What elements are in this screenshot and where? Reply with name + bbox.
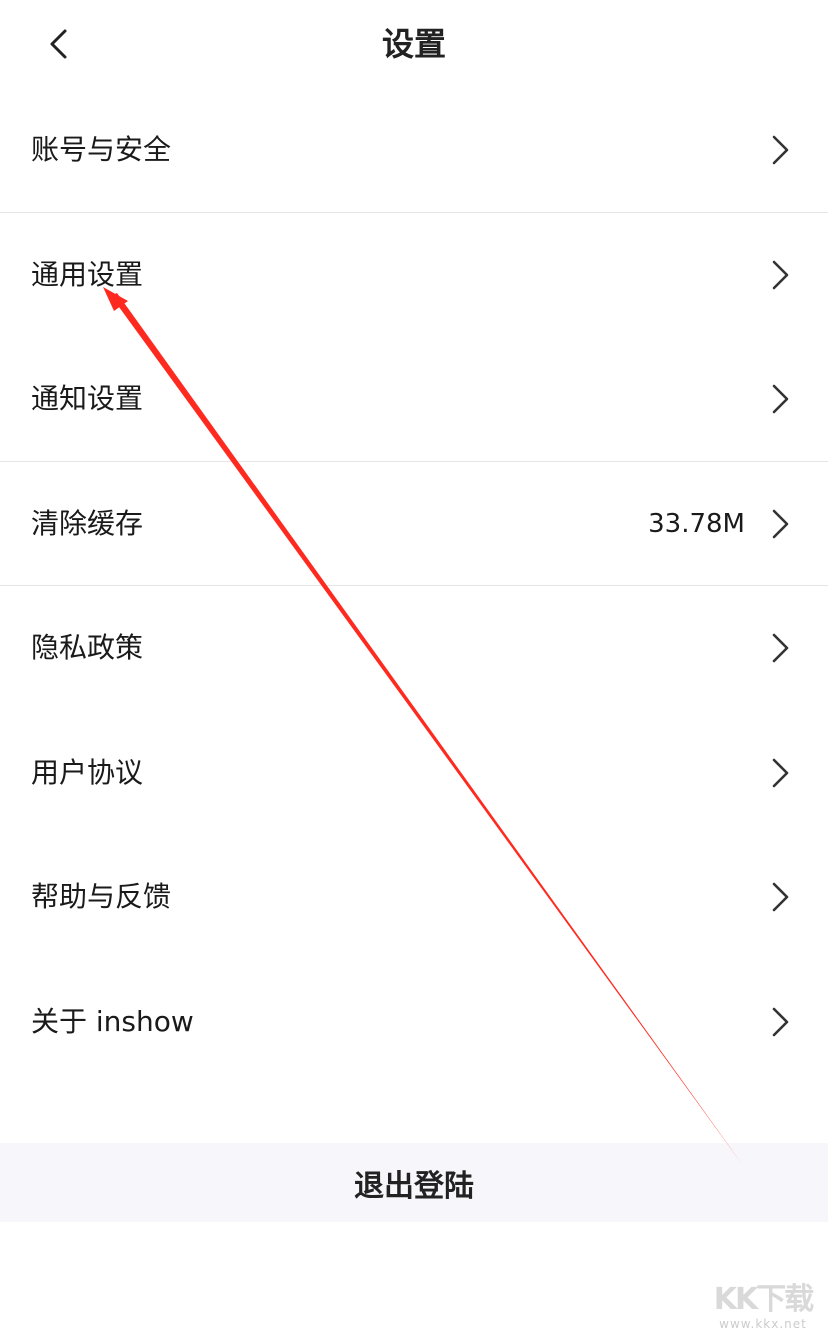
chevron-right-icon xyxy=(772,384,789,414)
menu-item-label: 帮助与反馈 xyxy=(31,880,172,914)
menu-item-general-settings[interactable]: 通用设置 xyxy=(0,213,828,338)
menu-item-label: 账号与安全 xyxy=(31,133,172,167)
chevron-right-icon xyxy=(772,260,789,290)
menu-item-about[interactable]: 关于 inshow xyxy=(0,960,828,1085)
cache-size-value: 33.78M xyxy=(648,508,745,539)
menu-item-account-security[interactable]: 账号与安全 xyxy=(0,88,828,213)
watermark: KK下载 www.kkx.net xyxy=(704,1283,822,1335)
menu-item-user-agreement[interactable]: 用户协议 xyxy=(0,711,828,836)
watermark-logo: KK下载 xyxy=(713,1282,815,1317)
menu-item-notification-settings[interactable]: 通知设置 xyxy=(0,337,828,462)
header-bar: 设置 xyxy=(0,0,828,90)
menu-item-label: 关于 inshow xyxy=(31,1004,194,1038)
page-title: 设置 xyxy=(381,25,446,63)
logout-button[interactable]: 退出登陆 xyxy=(0,1143,828,1222)
chevron-right-icon xyxy=(772,135,789,165)
logout-label: 退出登陆 xyxy=(354,1168,474,1204)
chevron-right-icon xyxy=(772,882,789,912)
menu-item-label: 用户协议 xyxy=(31,755,144,789)
menu-item-clear-cache[interactable]: 清除缓存 33.78M xyxy=(0,462,828,587)
menu-item-label: 通用设置 xyxy=(31,257,144,291)
chevron-right-icon xyxy=(772,758,789,788)
menu-item-label: 隐私政策 xyxy=(31,631,144,665)
chevron-right-icon xyxy=(772,1007,789,1037)
chevron-right-icon xyxy=(772,633,789,663)
menu-item-label: 清除缓存 xyxy=(31,506,144,540)
menu-item-help-feedback[interactable]: 帮助与反馈 xyxy=(0,835,828,960)
menu-item-privacy-policy[interactable]: 隐私政策 xyxy=(0,586,828,711)
chevron-right-icon xyxy=(772,509,789,539)
menu-item-label: 通知设置 xyxy=(31,382,144,416)
settings-menu: 账号与安全 通用设置 通知设置 清除缓存 33.78M 隐私政策 用户协议 帮助… xyxy=(0,88,828,1084)
watermark-url: www.kkx.net xyxy=(719,1317,807,1331)
